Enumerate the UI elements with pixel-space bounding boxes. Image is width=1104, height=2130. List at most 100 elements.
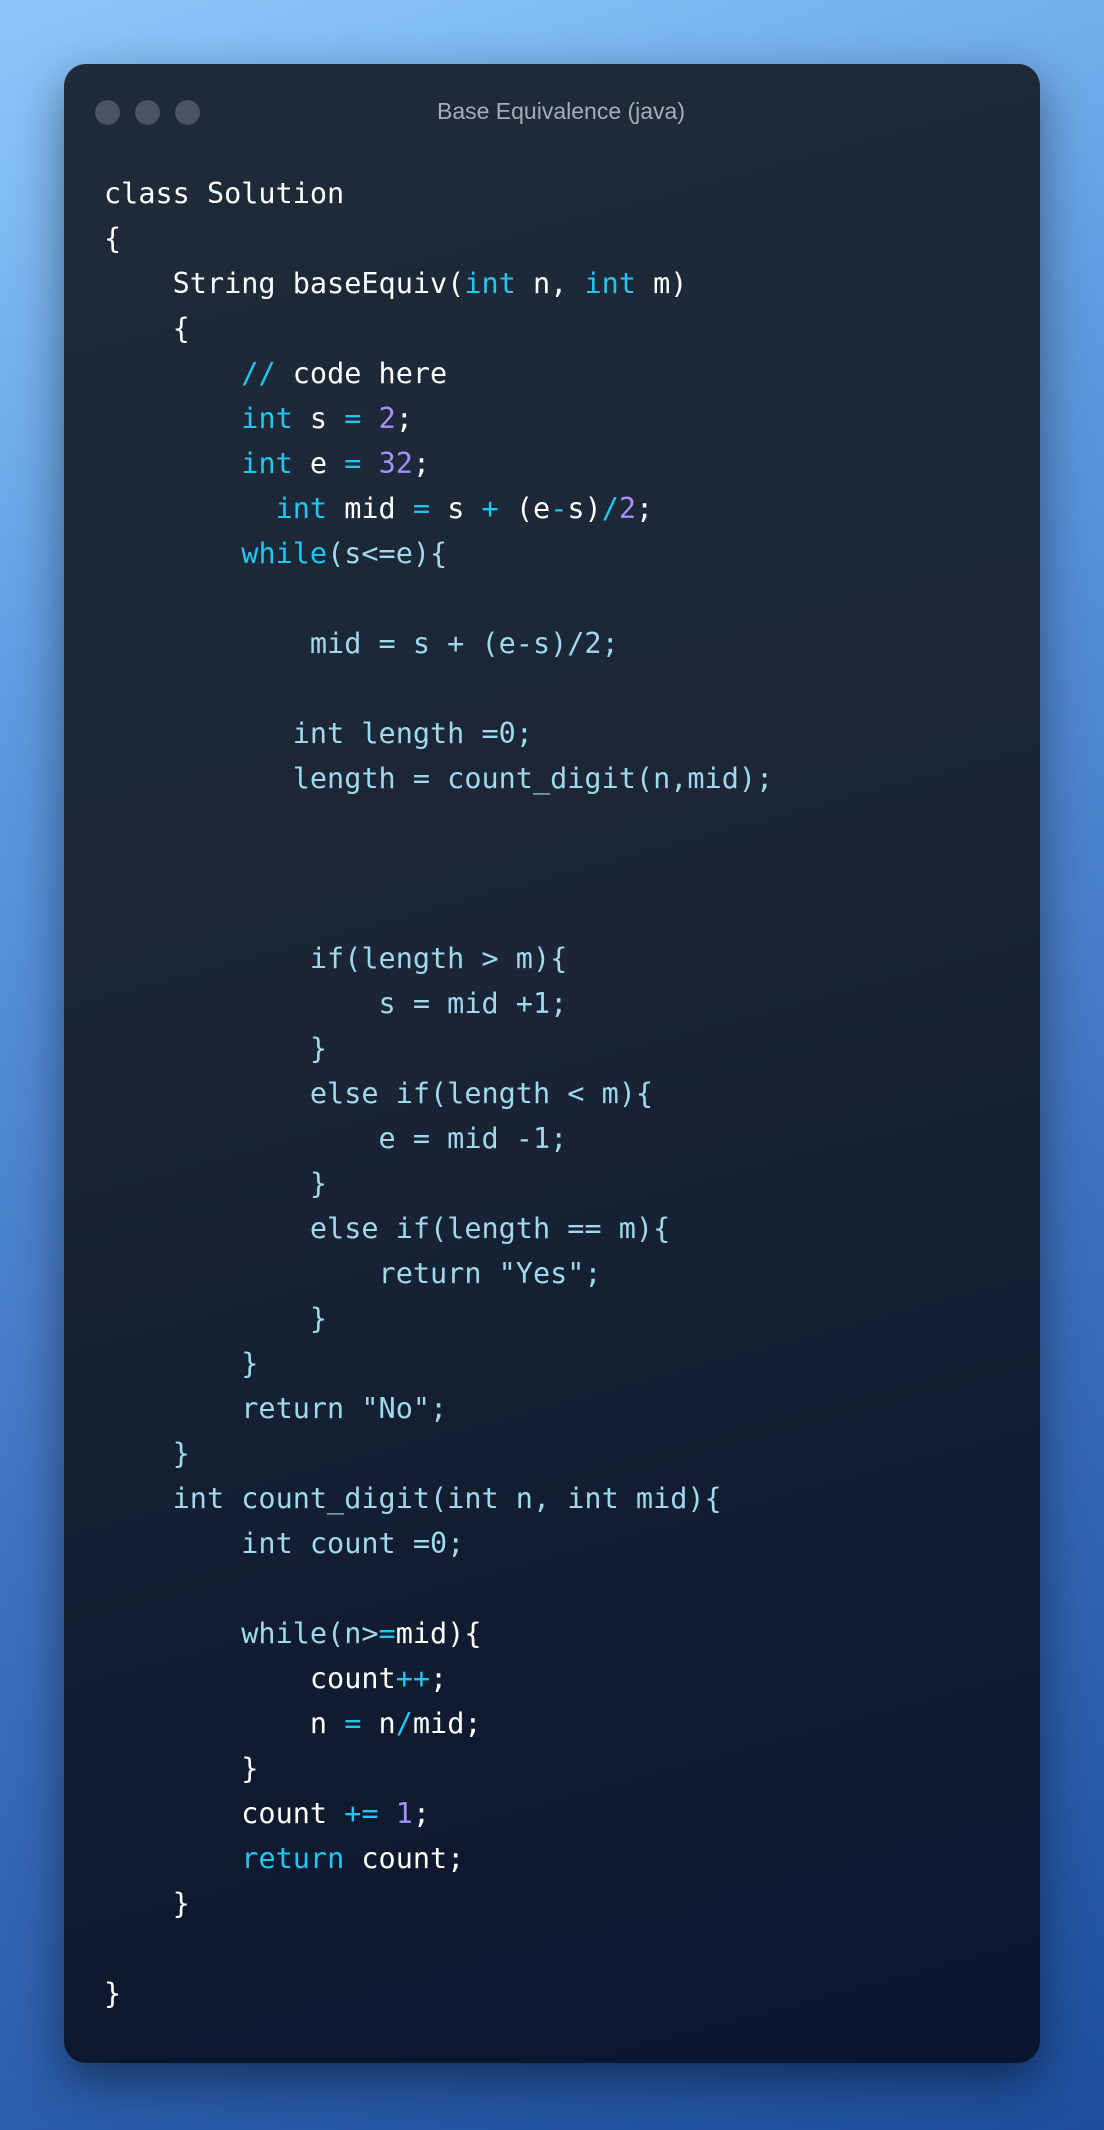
code-line: String baseEquiv(int n, int m) xyxy=(104,261,773,306)
code-token: (s<=e){ xyxy=(327,537,448,570)
code-line: int count =0; xyxy=(104,1521,773,1566)
code-line: if(length > m){ xyxy=(104,936,773,981)
code-line: return count; xyxy=(104,1836,773,1881)
code-token: count; xyxy=(344,1842,465,1875)
code-token: (e xyxy=(498,492,551,525)
code-line: } xyxy=(104,1161,773,1206)
code-line: } xyxy=(104,1431,773,1476)
code-token: { xyxy=(104,222,122,255)
code-token: else if(length == m){ xyxy=(104,1212,671,1245)
code-token: code here xyxy=(275,357,448,390)
code-token: 32 xyxy=(378,447,413,480)
code-token: ; xyxy=(412,1797,431,1830)
code-line: n = n/mid; xyxy=(104,1701,773,1746)
code-token: count xyxy=(104,1797,345,1830)
code-token: if(length > m){ xyxy=(104,942,568,975)
code-token: } xyxy=(104,1437,190,1470)
code-token: = xyxy=(344,402,362,435)
code-line: // code here xyxy=(104,351,773,396)
code-token: } xyxy=(104,1347,259,1380)
code-token: return "No"; xyxy=(104,1392,448,1425)
code-token: e = mid -1; xyxy=(104,1122,568,1155)
code-line: } xyxy=(104,1026,773,1071)
code-line: int count_digit(int n, int mid){ xyxy=(104,1476,773,1521)
code-token: int xyxy=(464,267,516,300)
code-token: mid; xyxy=(412,1707,482,1740)
code-token: // xyxy=(241,357,276,390)
code-token: 2 xyxy=(378,402,396,435)
code-token: count xyxy=(104,1662,396,1695)
code-token: { xyxy=(104,312,190,345)
code-line: while(n>=mid){ xyxy=(104,1611,773,1656)
code-token: mid){ xyxy=(395,1617,482,1650)
code-token: n xyxy=(361,1707,396,1740)
code-line: e = mid -1; xyxy=(104,1116,773,1161)
code-line: int s = 2; xyxy=(104,396,773,441)
code-token: String baseEquiv( xyxy=(104,267,465,300)
code-token: s = mid +1; xyxy=(104,987,568,1020)
code-token: return "Yes"; xyxy=(104,1257,602,1290)
code-token: mid xyxy=(327,492,413,525)
code-line: length = count_digit(n,mid); xyxy=(104,756,773,801)
code-token: s xyxy=(430,492,482,525)
code-token: = xyxy=(344,447,362,480)
code-token: class Solution xyxy=(104,177,345,210)
code-token: } xyxy=(104,1302,328,1335)
window-titlebar: Base Equivalence (java) xyxy=(64,64,1040,160)
code-token: 1 xyxy=(395,1797,413,1830)
code-line: return "No"; xyxy=(104,1386,773,1431)
code-line: count++; xyxy=(104,1656,773,1701)
code-line: } xyxy=(104,1296,773,1341)
code-token: ; xyxy=(430,1662,448,1695)
code-token: mid = s + (e-s)/2; xyxy=(104,627,619,660)
code-token: e xyxy=(292,447,345,480)
code-token: ; xyxy=(636,492,654,525)
code-line: class Solution xyxy=(104,171,773,216)
code-line: { xyxy=(104,216,773,261)
code-token: } xyxy=(104,1752,259,1785)
code-line: mid = s + (e-s)/2; xyxy=(104,621,773,666)
code-token: else if(length < m){ xyxy=(104,1077,654,1110)
code-line: s = mid +1; xyxy=(104,981,773,1026)
code-token: int xyxy=(275,492,328,525)
code-token: = xyxy=(378,1617,396,1650)
code-line: else if(length < m){ xyxy=(104,1071,773,1116)
code-token: int count_digit(int n, int mid){ xyxy=(104,1482,722,1515)
code-token: int count =0; xyxy=(104,1527,465,1560)
code-token: = xyxy=(412,492,431,525)
code-line: int e = 32; xyxy=(104,441,773,486)
code-token: int xyxy=(584,267,636,300)
code-token: n, xyxy=(515,267,585,300)
code-token: += xyxy=(344,1797,379,1830)
code-token: } xyxy=(104,1977,122,2010)
code-line: } xyxy=(104,1746,773,1791)
code-token: s xyxy=(292,402,345,435)
code-token: length = count_digit(n,mid); xyxy=(104,762,774,795)
code-line: return "Yes"; xyxy=(104,1251,773,1296)
code-token: ++ xyxy=(395,1662,431,1695)
code-token: } xyxy=(104,1887,190,1920)
code-token: return xyxy=(241,1842,345,1875)
code-token: s) xyxy=(567,492,602,525)
code-line: else if(length == m){ xyxy=(104,1206,773,1251)
code-line: count += 1; xyxy=(104,1791,773,1836)
code-line: int mid = s + (e-s)/2; xyxy=(104,486,773,531)
code-line: } xyxy=(104,1341,773,1386)
code-token: } xyxy=(104,1167,328,1200)
code-token: / xyxy=(601,492,619,525)
code-token: n xyxy=(104,1707,345,1740)
code-token: = xyxy=(344,1707,362,1740)
